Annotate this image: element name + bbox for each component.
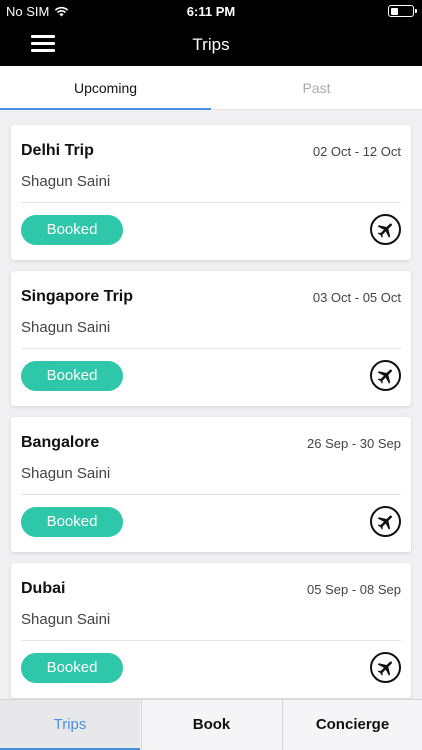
trip-name: Delhi Trip	[21, 142, 94, 159]
trip-dates: 26 Sep - 30 Sep	[307, 436, 401, 451]
traveler-name: Shagun Saini	[21, 611, 111, 628]
bottom-tab-concierge[interactable]: Concierge	[282, 700, 422, 750]
bottom-tab-trips[interactable]: Trips	[0, 700, 140, 750]
status-bar: No SIM 6:11 PM	[0, 0, 422, 22]
trip-list[interactable]: Delhi Trip 02 Oct - 12 Oct Shagun Saini …	[0, 111, 422, 699]
trip-name: Bangalore	[21, 434, 100, 451]
battery-level	[390, 7, 398, 15]
tab-past[interactable]: Past	[211, 66, 422, 110]
page-title: Trips	[192, 35, 230, 54]
status-time: 6:11 PM	[186, 4, 236, 19]
booked-status-badge: Booked	[21, 361, 123, 391]
bottom-tab-book[interactable]: Book	[141, 700, 281, 750]
trip-name: Singapore Trip	[21, 288, 134, 305]
traveler-name: Shagun Saini	[21, 173, 111, 190]
card-divider	[21, 202, 401, 203]
bottom-tab-bar: Trips Book Concierge	[0, 699, 422, 750]
tab-upcoming[interactable]: Upcoming	[0, 66, 211, 110]
nav-bar: Trips	[0, 22, 422, 66]
card-divider	[21, 640, 401, 641]
traveler-name: Shagun Saini	[21, 319, 111, 336]
booked-status-badge: Booked	[21, 653, 123, 683]
trip-tabs: Upcoming Past	[0, 66, 422, 110]
trip-name: Dubai	[21, 580, 66, 597]
airplane-icon[interactable]	[370, 652, 401, 683]
active-tab-indicator	[0, 108, 211, 110]
trip-card[interactable]: Bangalore 26 Sep - 30 Sep Shagun Saini B…	[11, 417, 411, 552]
battery-nub	[415, 9, 417, 13]
battery-icon	[388, 5, 417, 17]
trip-dates: 05 Sep - 08 Sep	[307, 582, 401, 597]
trip-dates: 03 Oct - 05 Oct	[312, 290, 401, 305]
trip-card[interactable]: Singapore Trip 03 Oct - 05 Oct Shagun Sa…	[11, 271, 411, 406]
airplane-icon[interactable]	[370, 214, 401, 245]
traveler-name: Shagun Saini	[21, 465, 111, 482]
airplane-icon[interactable]	[370, 360, 401, 391]
airplane-icon[interactable]	[370, 506, 401, 537]
card-divider	[21, 494, 401, 495]
booked-status-badge: Booked	[21, 507, 123, 537]
trip-card[interactable]: Delhi Trip 02 Oct - 12 Oct Shagun Saini …	[11, 125, 411, 260]
card-divider	[21, 348, 401, 349]
trip-dates: 02 Oct - 12 Oct	[312, 144, 401, 159]
trip-card[interactable]: Dubai 05 Sep - 08 Sep Shagun Saini Booke…	[11, 563, 411, 698]
booked-status-badge: Booked	[21, 215, 123, 245]
